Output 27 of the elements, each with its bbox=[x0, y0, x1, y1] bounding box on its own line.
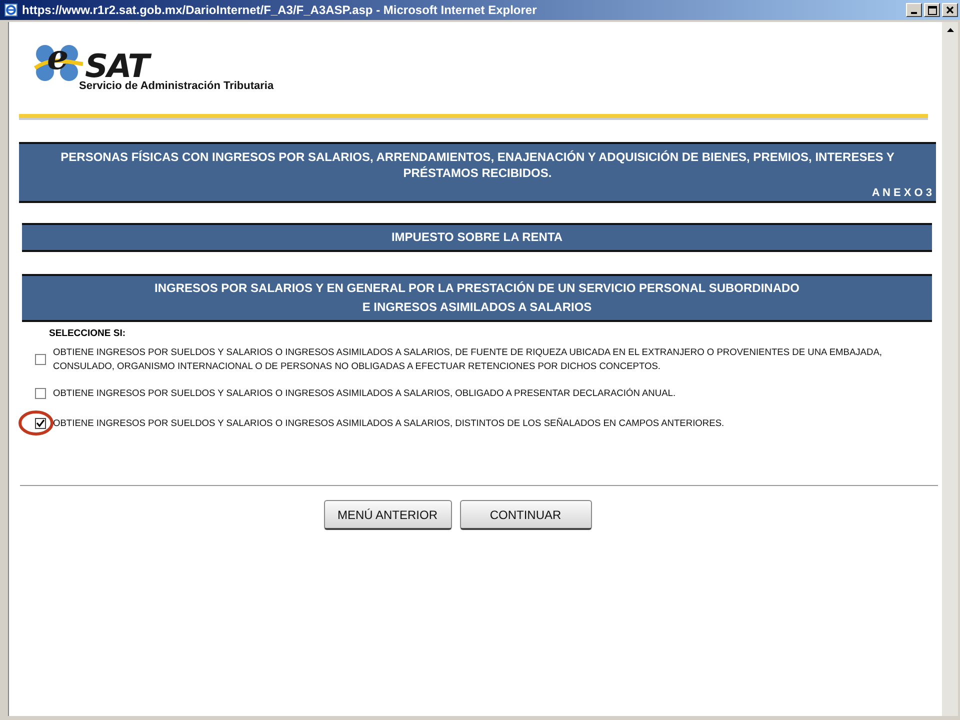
logo-letter: e bbox=[47, 38, 69, 78]
logo-icon bbox=[33, 42, 83, 82]
logo-subtitle: Servicio de Administración Tributaria bbox=[79, 80, 275, 92]
form-title: PERSONAS FÍSICAS CON INGRESOS POR SALARIOS, ARRENDAMIENTOS, ENAJENACIÓN Y ADQUISICIÓN DE BIENES, PREMIOS, INTERESES Y PRÉSTAMOS RECIBIDOS. bbox=[60, 149, 896, 181]
close-button[interactable] bbox=[942, 3, 958, 17]
section-title: E INGRESOS ASIMILADOS A SALARIOS bbox=[361, 299, 593, 316]
form-button[interactable]: CONTINUAR bbox=[460, 500, 592, 530]
form-button[interactable]: MENÚ ANTERIOR bbox=[324, 500, 452, 530]
window-title: https://www.r1r2.sat.gob.mx/DarioInternet/F_A3/F_A3ASP.asp - Microsoft Internet Explorer bbox=[22, 3, 538, 17]
prompt-label: SELECCIONE SI: bbox=[49, 328, 127, 339]
section-title: INGRESOS POR SALARIOS Y EN GENERAL POR LA PRESTACIÓN DE UN SERVICIO PERSONAL SUBORDINADO bbox=[154, 280, 800, 297]
option-label: OBTIENE INGRESOS POR SUELDOS Y SALARIOS O INGRESOS ASIMILADOS A SALARIOS, DE FUENTE DE RIQUEZA UBICADA EN EL EXTRANJERO O PROVENIENTES DE UNA EMBAJADA, CONSULADO, ORGANISMO INTERNACIONAL O DE PERSONAS NO OBLIGADAS A EFECTUAR RETENCIONES POR DICHOS CONCEPTOS. bbox=[53, 346, 884, 373]
annex-label: A N E X O 3 bbox=[870, 187, 932, 199]
maximize-icon bbox=[928, 6, 936, 14]
option-label: OBTIENE INGRESOS POR SUELDOS Y SALARIOS O INGRESOS ASIMILADOS A SALARIOS, DISTINTOS DE LOS SEÑALADOS EN CAMPOS ANTERIORES. bbox=[53, 416, 724, 430]
logo-text: SAT bbox=[85, 50, 149, 82]
scroll-up-icon[interactable] bbox=[946, 28, 954, 32]
section-title: IMPUESTO SOBRE LA RENTA bbox=[390, 229, 564, 246]
scrollbar[interactable] bbox=[942, 22, 958, 716]
maximize-button[interactable] bbox=[924, 3, 940, 17]
minimize-button[interactable] bbox=[906, 3, 922, 17]
checkbox[interactable] bbox=[34, 388, 46, 398]
close-icon bbox=[946, 6, 954, 14]
checkbox[interactable] bbox=[34, 418, 46, 428]
option-label: OBTIENE INGRESOS POR SUELDOS Y SALARIOS O INGRESOS ASIMILADOS A SALARIOS, OBLIGADO A PRESENTAR DECLARACIÓN ANUAL. bbox=[53, 387, 676, 400]
checkbox[interactable] bbox=[34, 354, 46, 364]
browser-icon bbox=[4, 3, 18, 17]
